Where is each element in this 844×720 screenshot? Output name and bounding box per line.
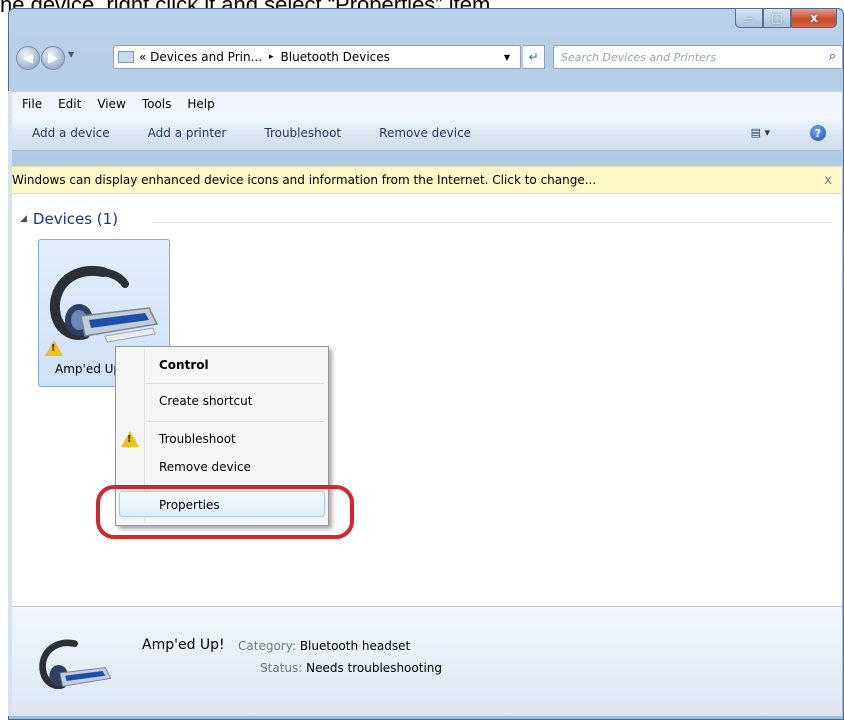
category-value: Bluetooth headset [299,639,411,653]
devices-group-title: Devices (1) [32,210,119,228]
bluetooth-headset-icon [39,639,112,689]
remove-device-button[interactable]: Remove device [379,126,471,140]
info-bar[interactable]: Windows can display enhanced device icon… [12,166,842,194]
details-pane: Amp'ed Up! Category: Bluetooth headset S… [12,606,842,716]
change-view-icon[interactable]: ▤ ▾ [751,126,770,139]
group-divider [152,222,832,223]
minimize-button[interactable]: – [735,9,763,28]
search-icon[interactable]: ⌕ [829,49,836,64]
details-category: Category: Bluetooth headset [238,639,410,653]
back-arrow-icon[interactable]: ◀ [16,46,40,70]
close-icon[interactable]: x [824,173,832,188]
menu-separator [146,383,324,384]
breadcrumb-separator-icon[interactable]: ▸ [269,52,274,62]
forward-arrow-icon[interactable]: ▶ [41,46,65,70]
info-bar-message[interactable]: Windows can display enhanced device icon… [12,173,596,187]
status-value: Needs troubleshooting [306,661,442,675]
breadcrumb-bluetooth-devices[interactable]: Bluetooth Devices [281,50,390,64]
troubleshoot-button[interactable]: Troubleshoot [264,126,341,140]
collapse-icon[interactable]: ◢ [20,214,27,224]
maximize-button[interactable]: □ [763,9,791,28]
category-label: Category: [238,639,296,653]
details-status: Status: Needs troubleshooting [260,661,442,675]
menu-item-troubleshoot[interactable]: Troubleshoot [159,432,236,446]
address-row: ◀ ▶ ▼ « Devices and Prin... ▸ Bluetooth … [16,44,843,72]
troubleshoot-warning-icon [121,431,139,447]
help-icon[interactable]: ? [810,125,826,141]
properties-annotation-ring [96,485,354,539]
menu-item-create-shortcut[interactable]: Create shortcut [159,394,252,408]
breadcrumb-devices-and-printers[interactable]: Devices and Prin... [150,50,262,64]
menu-file[interactable]: File [22,97,42,111]
window-caption-buttons: – □ x [735,9,837,28]
search-placeholder: Search Devices and Printers [561,50,717,64]
menu-tools[interactable]: Tools [142,97,172,111]
menu-view[interactable]: View [97,97,125,111]
breadcrumb-overflow[interactable]: « [139,50,146,64]
devices-group-header[interactable]: ◢ Devices (1) [20,210,118,228]
command-bar: Add a device Add a printer Troubleshoot … [12,115,842,151]
menu-item-remove-device[interactable]: Remove device [159,460,251,474]
refresh-icon[interactable]: ↵ [523,45,545,69]
warning-icon [45,340,63,356]
bluetooth-headset-icon [49,265,159,343]
menu-edit[interactable]: Edit [58,97,81,111]
close-button[interactable]: x [791,9,837,28]
add-device-button[interactable]: Add a device [32,126,110,140]
menu-separator [146,421,324,422]
address-bar[interactable]: « Devices and Prin... ▸ Bluetooth Device… [113,45,521,69]
menu-bar: File Edit View Tools Help [12,91,842,115]
add-printer-button[interactable]: Add a printer [148,126,227,140]
devices-folder-icon [118,51,134,63]
details-device-name: Amp'ed Up! [142,637,225,653]
search-input[interactable]: Search Devices and Printers ⌕ [553,45,843,69]
status-label: Status: [260,661,303,675]
menu-help[interactable]: Help [187,97,214,111]
recent-pages-dropdown-icon[interactable]: ▼ [68,50,74,59]
menu-item-control[interactable]: Control [159,358,209,372]
address-dropdown-icon[interactable]: ▼ [504,53,510,62]
